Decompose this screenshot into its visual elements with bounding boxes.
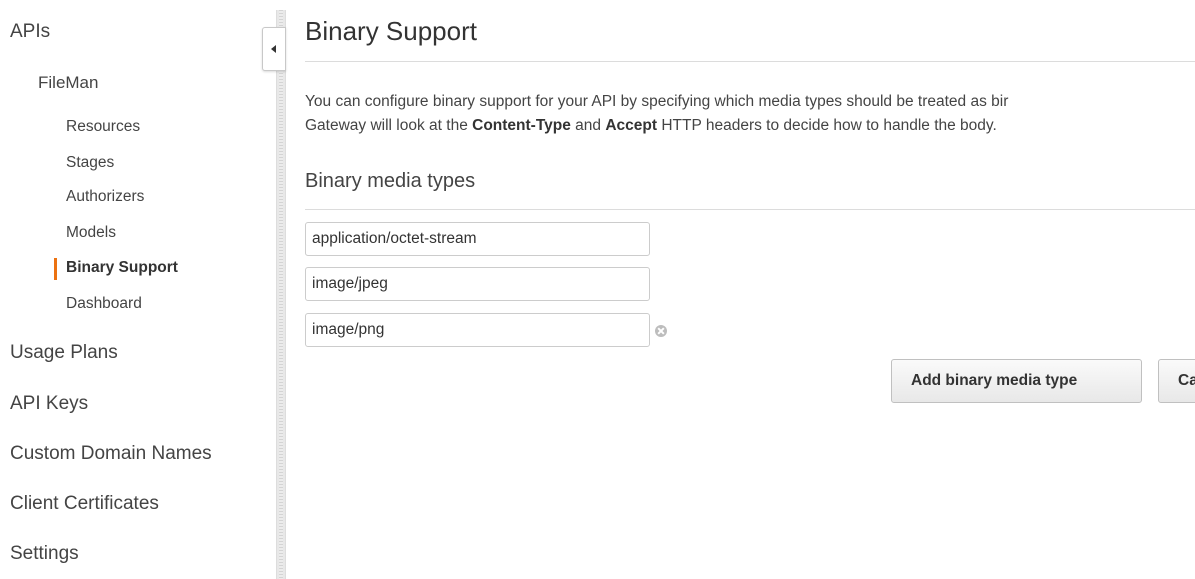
- description-line-2: Gateway will look at the Content-Type an…: [305, 114, 1195, 138]
- main-content: Binary Support You can configure binary …: [305, 0, 1195, 579]
- sidebar-splitter[interactable]: [276, 10, 286, 579]
- description-line-1: You can configure binary support for you…: [305, 93, 1009, 110]
- accept-header-text: Accept: [605, 117, 658, 134]
- sidebar: APIs FileMan Resources Stages Authorizer…: [0, 0, 265, 579]
- sidebar-item-authorizers[interactable]: Authorizers: [66, 188, 144, 206]
- content-type-header-text: Content-Type: [472, 117, 571, 134]
- media-type-input-2[interactable]: [305, 267, 650, 301]
- add-binary-media-type-button[interactable]: Add binary media type: [891, 359, 1142, 403]
- sidebar-item-stages[interactable]: Stages: [66, 154, 114, 172]
- sidebar-item-settings[interactable]: Settings: [10, 543, 79, 565]
- description-line-2-post: HTTP headers to decide how to handle the…: [657, 117, 997, 134]
- description-line-2-pre: Gateway will look at the: [305, 117, 473, 134]
- sidebar-item-client-certificates[interactable]: Client Certificates: [10, 493, 159, 515]
- chevron-left-icon: [271, 45, 276, 53]
- sidebar-item-apis[interactable]: APIs: [10, 21, 50, 43]
- remove-circle-icon[interactable]: [655, 325, 667, 337]
- description-text: You can configure binary support for you…: [305, 90, 1195, 138]
- app-window: APIs FileMan Resources Stages Authorizer…: [0, 0, 1195, 579]
- sidebar-item-binary-support[interactable]: Binary Support: [66, 259, 178, 277]
- sidebar-item-api-keys[interactable]: API Keys: [10, 393, 88, 415]
- sidebar-item-models[interactable]: Models: [66, 224, 116, 242]
- sidebar-item-custom-domain-names[interactable]: Custom Domain Names: [10, 443, 212, 465]
- sidebar-item-fileman[interactable]: FileMan: [38, 73, 98, 93]
- description-line-2-mid: and: [570, 117, 606, 134]
- collapse-sidebar-button[interactable]: [262, 27, 286, 71]
- section-title-binary-media-types: Binary media types: [305, 170, 476, 192]
- sidebar-item-resources[interactable]: Resources: [66, 118, 140, 136]
- section-divider: [305, 209, 1195, 210]
- sidebar-item-dashboard[interactable]: Dashboard: [66, 295, 142, 313]
- page-title: Binary Support: [305, 16, 477, 46]
- media-type-input-3[interactable]: [305, 313, 650, 347]
- media-type-input-1[interactable]: [305, 222, 650, 256]
- active-indicator: [54, 258, 57, 280]
- sidebar-item-usage-plans[interactable]: Usage Plans: [10, 342, 118, 364]
- title-divider: [305, 61, 1195, 62]
- cancel-button[interactable]: Ca: [1158, 359, 1195, 403]
- splitter-grip: [279, 10, 283, 579]
